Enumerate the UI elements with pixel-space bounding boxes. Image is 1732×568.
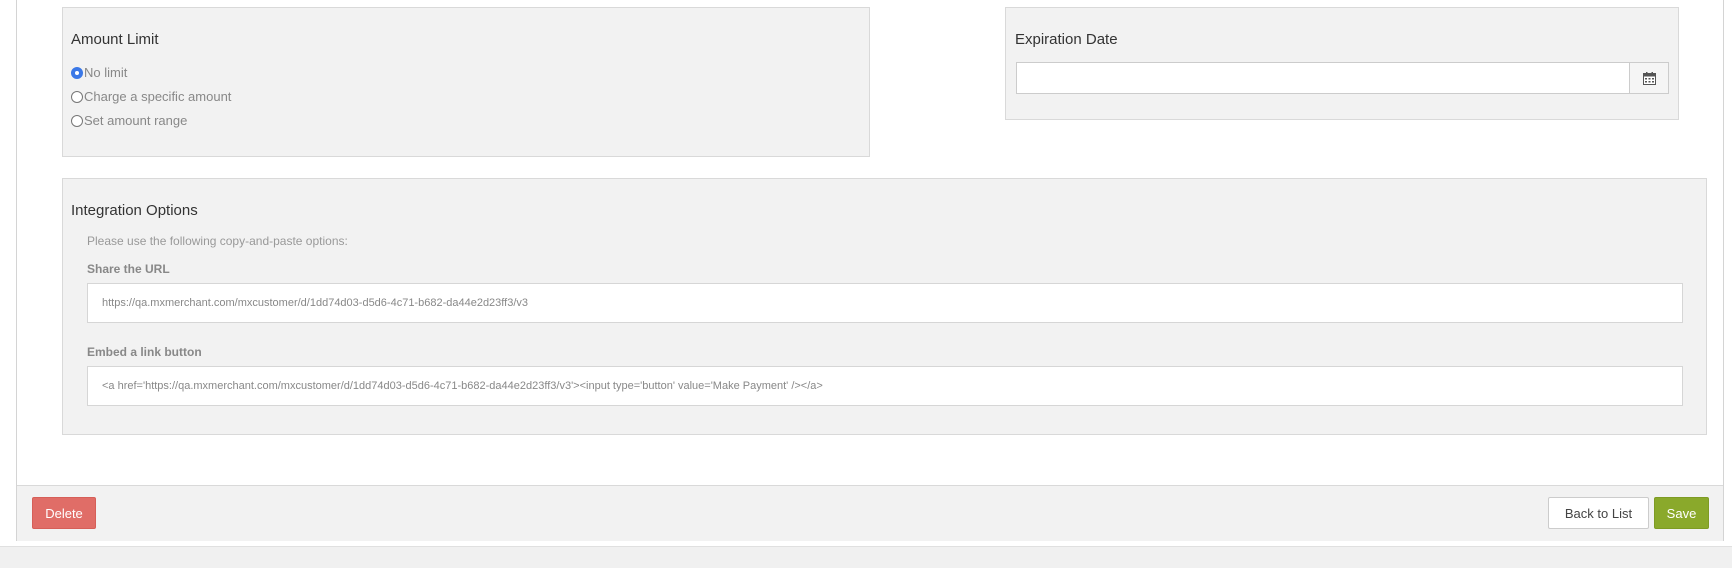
form-footer: Delete Back to List Save bbox=[17, 485, 1723, 541]
page-bottom-area bbox=[0, 546, 1732, 568]
radio-amount-range-input[interactable] bbox=[71, 114, 83, 127]
embed-code-field[interactable]: <a href='https://qa.mxmerchant.com/mxcus… bbox=[87, 366, 1683, 406]
radio-specific-amount-label: Charge a specific amount bbox=[84, 89, 232, 104]
radio-specific-amount[interactable]: Charge a specific amount bbox=[71, 89, 231, 104]
expiration-date-panel: Expiration Date bbox=[1005, 7, 1679, 120]
calendar-button[interactable] bbox=[1629, 62, 1669, 94]
share-url-label: Share the URL bbox=[87, 262, 170, 276]
integration-options-title: Integration Options bbox=[71, 202, 198, 219]
embed-link-label: Embed a link button bbox=[87, 345, 202, 359]
radio-amount-range[interactable]: Set amount range bbox=[71, 113, 187, 128]
radio-no-limit-label: No limit bbox=[84, 65, 128, 80]
calendar-icon bbox=[1642, 71, 1656, 85]
expiration-date-input[interactable] bbox=[1016, 62, 1630, 94]
save-button[interactable]: Save bbox=[1654, 497, 1709, 529]
integration-options-panel: Integration Options Please use the follo… bbox=[62, 178, 1707, 435]
delete-button[interactable]: Delete bbox=[32, 497, 96, 529]
amount-limit-panel: Amount Limit No limit Charge a specific … bbox=[62, 7, 870, 157]
integration-instructions: Please use the following copy-and-paste … bbox=[87, 234, 348, 248]
radio-specific-amount-input[interactable] bbox=[71, 90, 83, 103]
radio-no-limit-input[interactable] bbox=[71, 66, 83, 79]
radio-no-limit[interactable]: No limit bbox=[71, 65, 127, 80]
radio-amount-range-label: Set amount range bbox=[84, 113, 188, 128]
share-url-field[interactable]: https://qa.mxmerchant.com/mxcustomer/d/1… bbox=[87, 283, 1683, 323]
content-container: Amount Limit No limit Charge a specific … bbox=[16, 0, 1724, 541]
back-to-list-button[interactable]: Back to List bbox=[1548, 497, 1649, 529]
expiration-date-title: Expiration Date bbox=[1015, 31, 1118, 48]
amount-limit-title: Amount Limit bbox=[71, 31, 159, 48]
